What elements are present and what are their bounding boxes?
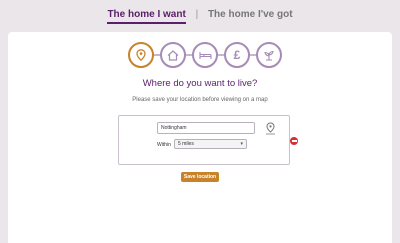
bed-icon — [198, 51, 212, 59]
step-bedrooms[interactable] — [192, 42, 218, 68]
remove-location-button[interactable] — [290, 137, 298, 145]
header-tabs: The home I want | The home I've got — [0, 9, 400, 24]
radius-value: 5 miles — [178, 141, 194, 147]
radius-select[interactable]: 5 miles ▾ — [174, 139, 247, 149]
house-icon — [167, 49, 179, 61]
remove-icon — [291, 140, 297, 142]
step-budget[interactable]: £ — [224, 42, 250, 68]
instruction-text: Please save your location before viewing… — [132, 97, 268, 103]
save-location-button[interactable]: Save location — [181, 172, 219, 182]
tab-home-ive-got[interactable]: The home I've got — [208, 9, 293, 20]
chevron-down-icon: ▾ — [240, 141, 243, 147]
map-pin-icon — [265, 121, 275, 134]
tab-separator: | — [195, 9, 199, 20]
step-location[interactable] — [128, 42, 154, 68]
main-panel: £ Where do you want to live? Please save… — [8, 32, 392, 243]
location-pin-icon — [136, 49, 146, 61]
tab-home-i-want[interactable]: The home I want — [107, 9, 186, 24]
step-home[interactable] — [160, 42, 186, 68]
location-card: Within 5 miles ▾ — [118, 115, 290, 165]
within-label: Within — [157, 142, 171, 148]
pound-icon: £ — [233, 48, 241, 62]
step-garden[interactable] — [256, 42, 282, 68]
page-title: Where do you want to live? — [142, 78, 258, 89]
map-pin-button[interactable] — [264, 121, 276, 135]
location-input[interactable] — [157, 122, 255, 134]
garden-icon — [264, 50, 274, 61]
step-progress: £ — [8, 42, 392, 68]
